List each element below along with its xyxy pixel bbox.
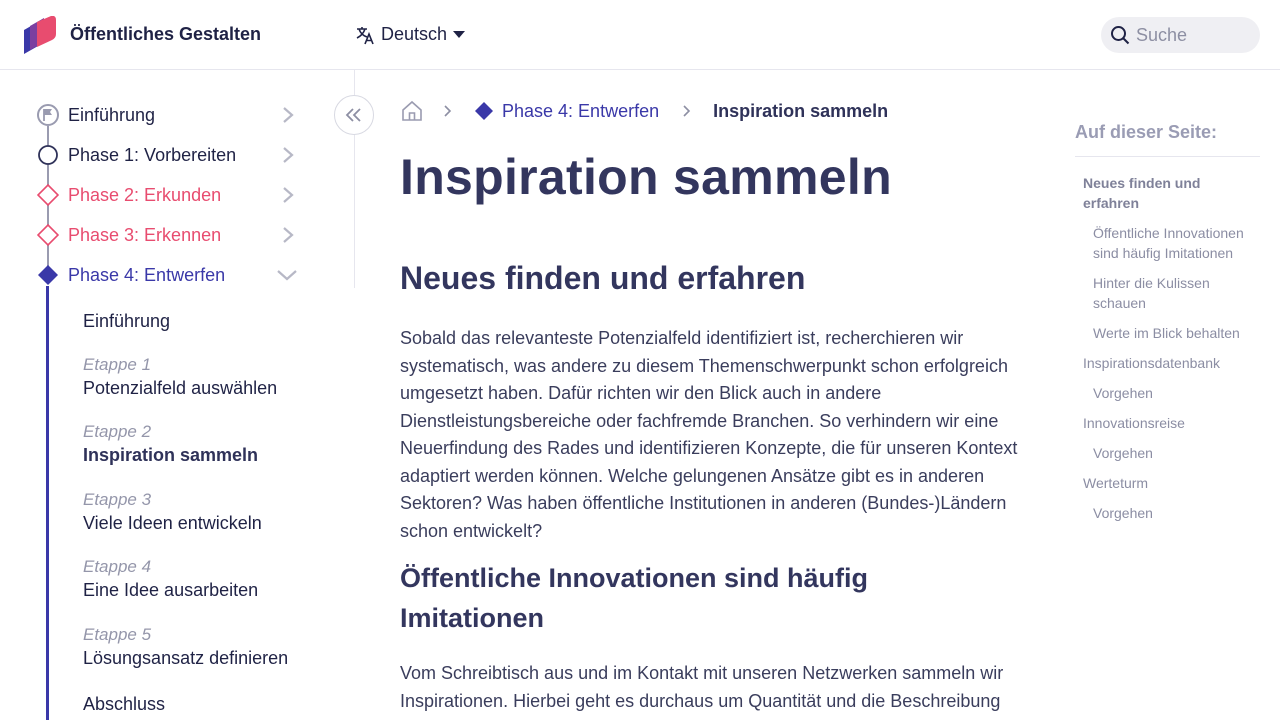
breadcrumb: Phase 4: Entwerfen Inspiration sammeln [400, 98, 888, 124]
toc-link[interactable]: Inspirationsdatenbank [1083, 353, 1253, 373]
subitem-step: Etappe 2 [83, 422, 152, 441]
collapse-sidebar-button[interactable] [334, 95, 374, 135]
language-selector[interactable]: Deutsch [355, 24, 466, 45]
search-icon [1111, 26, 1130, 45]
toc-title: Auf dieser Seite: [1075, 122, 1218, 142]
top-header: Öffentliches Gestalten Deutsch [0, 0, 1280, 70]
chevron-right-icon[interactable] [280, 226, 296, 244]
chevron-right-icon[interactable] [280, 146, 296, 164]
subsection-heading: Öffentliche Innovationen sind häufig Imi… [400, 563, 869, 633]
toc-link[interactable]: Vorgehen [1093, 503, 1253, 523]
sidebar-subitem-etappe-5[interactable]: Etappe 5 Lösungsansatz definieren [83, 624, 288, 670]
flag-icon [37, 104, 59, 126]
chevron-right-icon[interactable] [280, 106, 296, 124]
sidebar-item-phase-3[interactable]: Phase 3: Erkennen [0, 220, 310, 250]
subitem-step: Etappe 5 [83, 625, 152, 644]
sidebar-item-label: Phase 1: Vorbereiten [68, 145, 237, 165]
toc-link[interactable]: Vorgehen [1093, 443, 1253, 463]
section-paragraph: Vom Schreibtisch aus und im Kontakt mit … [400, 663, 1004, 711]
toc-link[interactable]: Innovationsreise [1083, 413, 1253, 433]
language-label: Deutsch [381, 24, 448, 44]
sidebar-item-label: Einführung [68, 105, 156, 125]
subitem-name: Eine Idee ausarbeiten [83, 580, 259, 600]
nav-timeline-line-active [46, 286, 49, 720]
subitem-name: Viele Ideen entwickeln [83, 513, 262, 533]
diamond-filled-icon [38, 265, 58, 285]
toc-divider [1075, 156, 1260, 157]
sidebar-subitem-etappe-2[interactable]: Etappe 2 Inspiration sammeln [83, 421, 258, 467]
chevron-right-icon [444, 105, 452, 117]
circle-icon [38, 145, 58, 165]
page-title: Inspiration sammeln [400, 149, 892, 205]
subitem-name-active: Inspiration sammeln [83, 445, 259, 465]
toc-link[interactable]: Hinter die Kulissen schauen [1093, 273, 1253, 313]
section-heading: Neues finden und erfahren [400, 260, 806, 296]
toc-link[interactable]: Vorgehen [1093, 383, 1253, 403]
brand-logo-icon[interactable] [22, 16, 58, 54]
subitem-name: Abschluss [83, 694, 166, 714]
chevron-down-icon[interactable] [276, 266, 298, 284]
toc-link[interactable]: Öffentliche Innovationen sind häufig Imi… [1093, 223, 1253, 263]
sidebar-subitem-abschluss[interactable]: Abschluss [83, 692, 165, 716]
sidebar-subitem-etappe-3[interactable]: Etappe 3 Viele Ideen entwickeln [83, 489, 262, 535]
diamond-filled-icon [475, 102, 493, 120]
subitem-name: Einführung [83, 311, 171, 331]
sidebar-subitem-etappe-1[interactable]: Etappe 1 Potenzialfeld auswählen [83, 354, 277, 400]
breadcrumb-phase-label: Phase 4: Entwerfen [502, 100, 660, 121]
sidebar-item-label: Phase 4: Entwerfen [68, 265, 226, 285]
toc-link[interactable]: Werte im Blick behalten [1093, 323, 1253, 343]
sidebar-item-phase-1[interactable]: Phase 1: Vorbereiten [0, 140, 310, 170]
diamond-outline-icon [37, 184, 59, 206]
search-input[interactable] [1136, 24, 1246, 46]
caret-down-icon [453, 30, 466, 38]
sidebar-item-phase-2[interactable]: Phase 2: Erkunden [0, 180, 310, 210]
translate-icon [356, 26, 374, 44]
search-box[interactable] [1101, 17, 1260, 53]
toc-link[interactable]: Neues finden und erfahren [1083, 173, 1253, 213]
double-chevron-left-icon [345, 108, 361, 122]
toc-link[interactable]: Werteturm [1083, 473, 1253, 493]
sidebar-subitem-etappe-4[interactable]: Etappe 4 Eine Idee ausarbeiten [83, 556, 258, 602]
chevron-right-icon[interactable] [280, 186, 296, 204]
breadcrumb-current: Inspiration sammeln [713, 100, 889, 121]
section-paragraph: Sobald das relevanteste Potenzialfeld id… [400, 328, 1018, 541]
sidebar-item-phase-4[interactable]: Phase 4: Entwerfen [0, 260, 310, 290]
subitem-name: Lösungsansatz definieren [83, 648, 289, 668]
breadcrumb-phase-link[interactable]: Phase 4: Entwerfen [474, 101, 659, 122]
sidebar-item-label: Phase 2: Erkunden [68, 185, 222, 205]
sidebar-item-einfuehrung[interactable]: Einführung [0, 100, 310, 130]
subitem-name: Potenzialfeld auswählen [83, 378, 278, 398]
subitem-step: Etappe 4 [83, 557, 152, 576]
brand-name[interactable]: Öffentliches Gestalten [70, 24, 261, 45]
home-icon[interactable] [400, 99, 424, 123]
chevron-right-icon [683, 105, 691, 117]
diamond-outline-icon [37, 224, 59, 246]
subitem-step: Etappe 1 [83, 355, 152, 374]
subitem-step: Etappe 3 [83, 490, 152, 509]
sidebar-subitem-einfuehrung[interactable]: Einführung [83, 309, 170, 333]
sidebar-item-label: Phase 3: Erkennen [68, 225, 222, 245]
